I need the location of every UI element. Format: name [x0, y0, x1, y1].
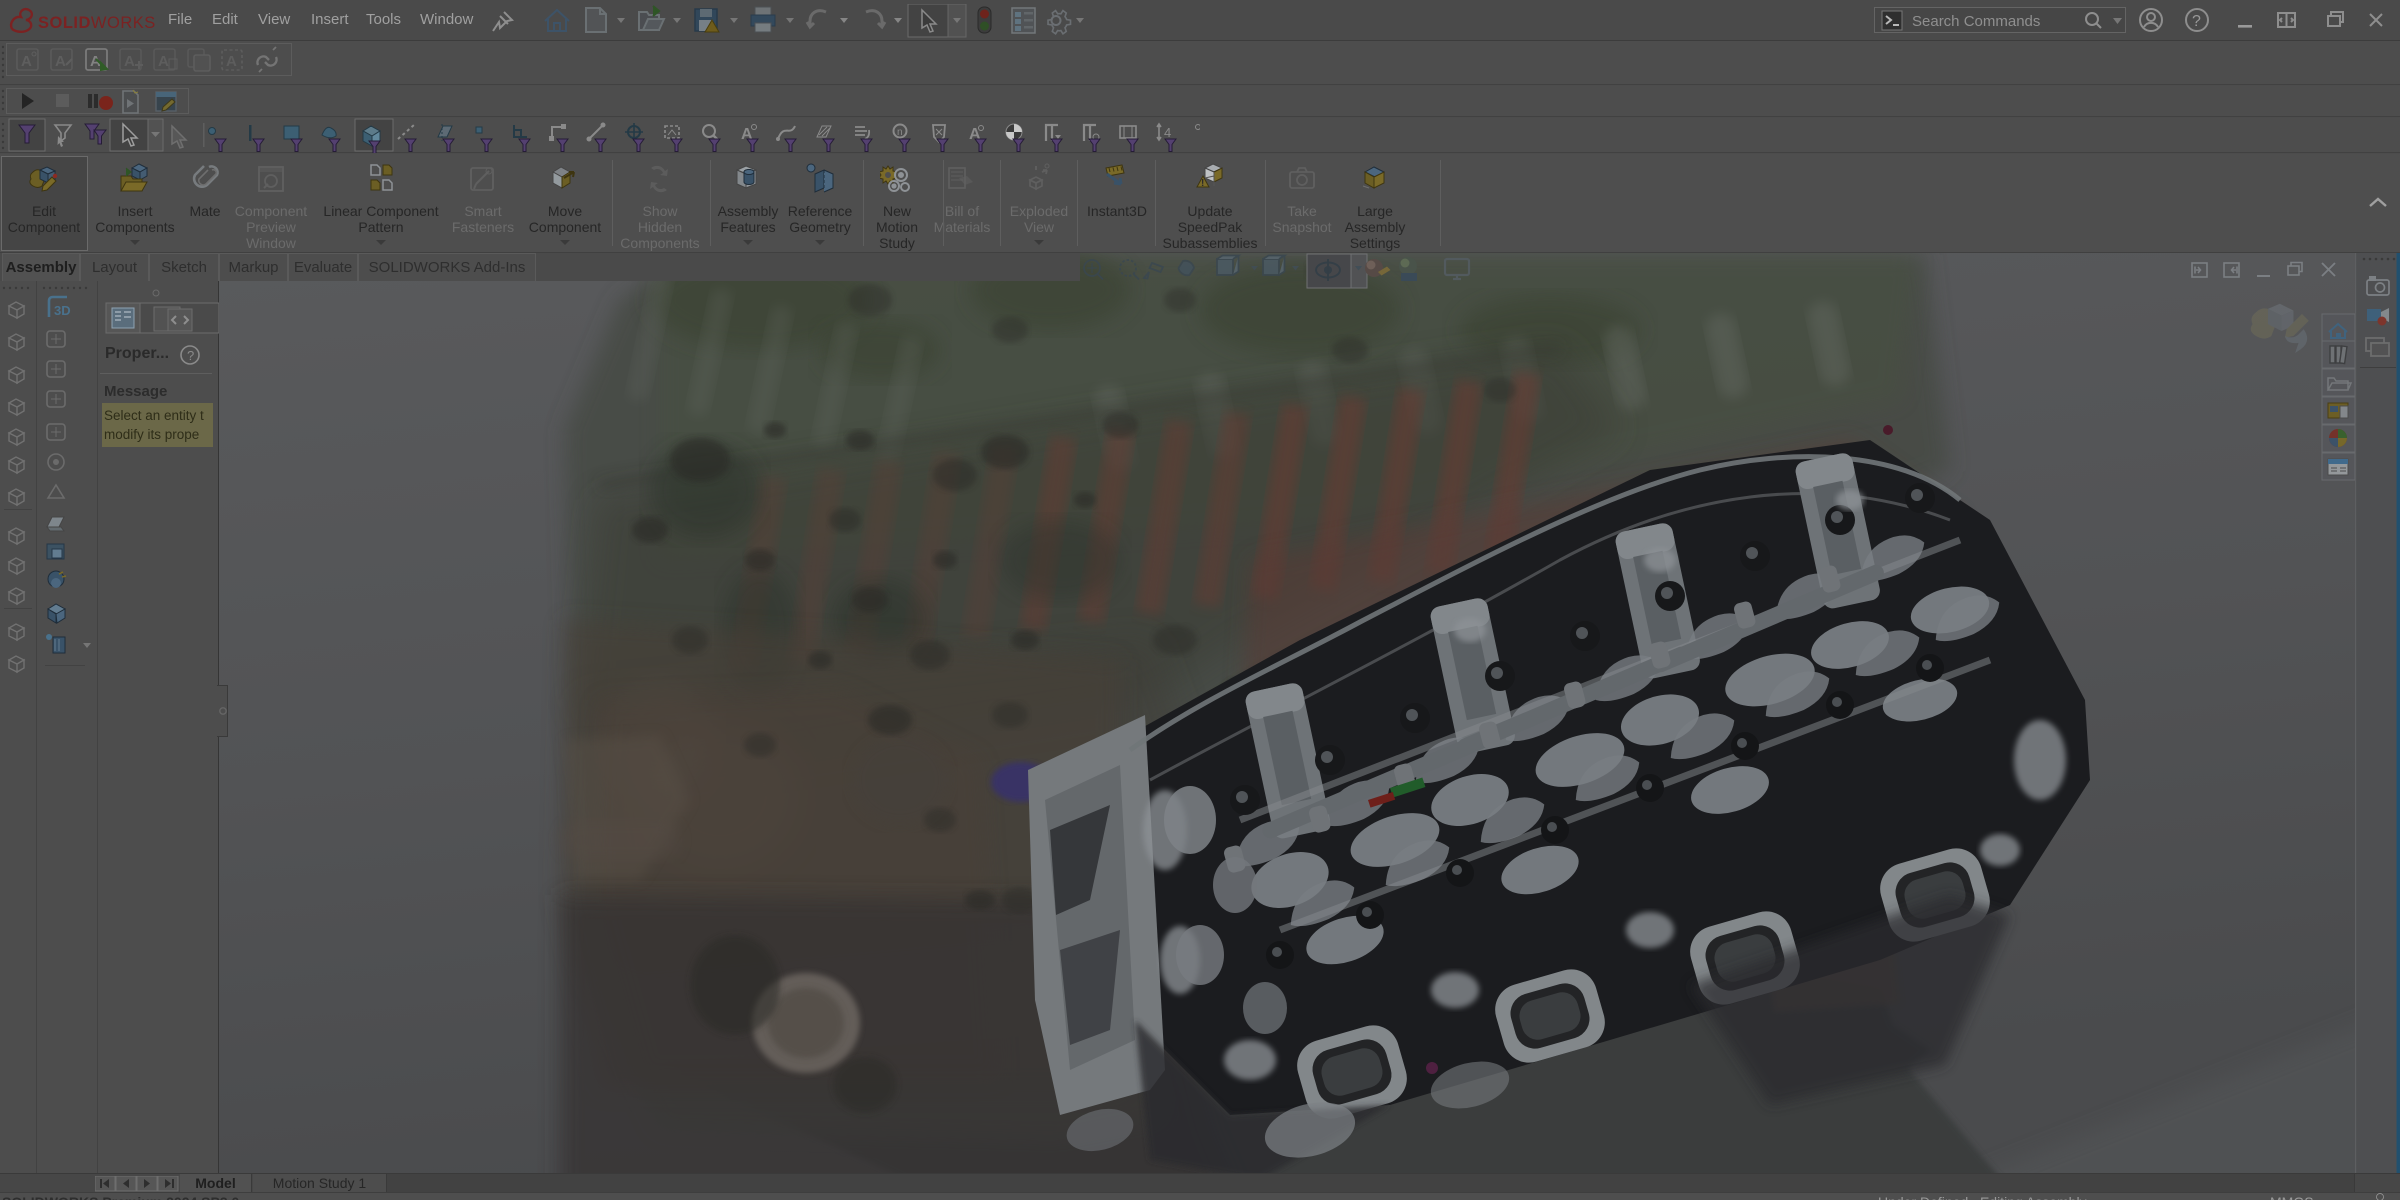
svg-text:SOLIDWORKS: SOLIDWORKS [38, 14, 156, 32]
svg-text:?: ? [2192, 13, 2201, 30]
svg-text:n: n [897, 127, 903, 138]
svg-text:A: A [124, 53, 135, 70]
svg-text:A: A [226, 53, 237, 70]
svg-text:3D: 3D [54, 303, 71, 318]
svg-text:Search Commands: Search Commands [1912, 13, 2040, 30]
svg-text:A: A [55, 53, 66, 70]
svg-text:A: A [21, 53, 32, 70]
svg-text:!: ! [1201, 178, 1204, 189]
svg-text:A: A [158, 53, 169, 70]
svg-text:?: ? [187, 348, 194, 363]
svg-text:4: 4 [1164, 125, 1171, 140]
